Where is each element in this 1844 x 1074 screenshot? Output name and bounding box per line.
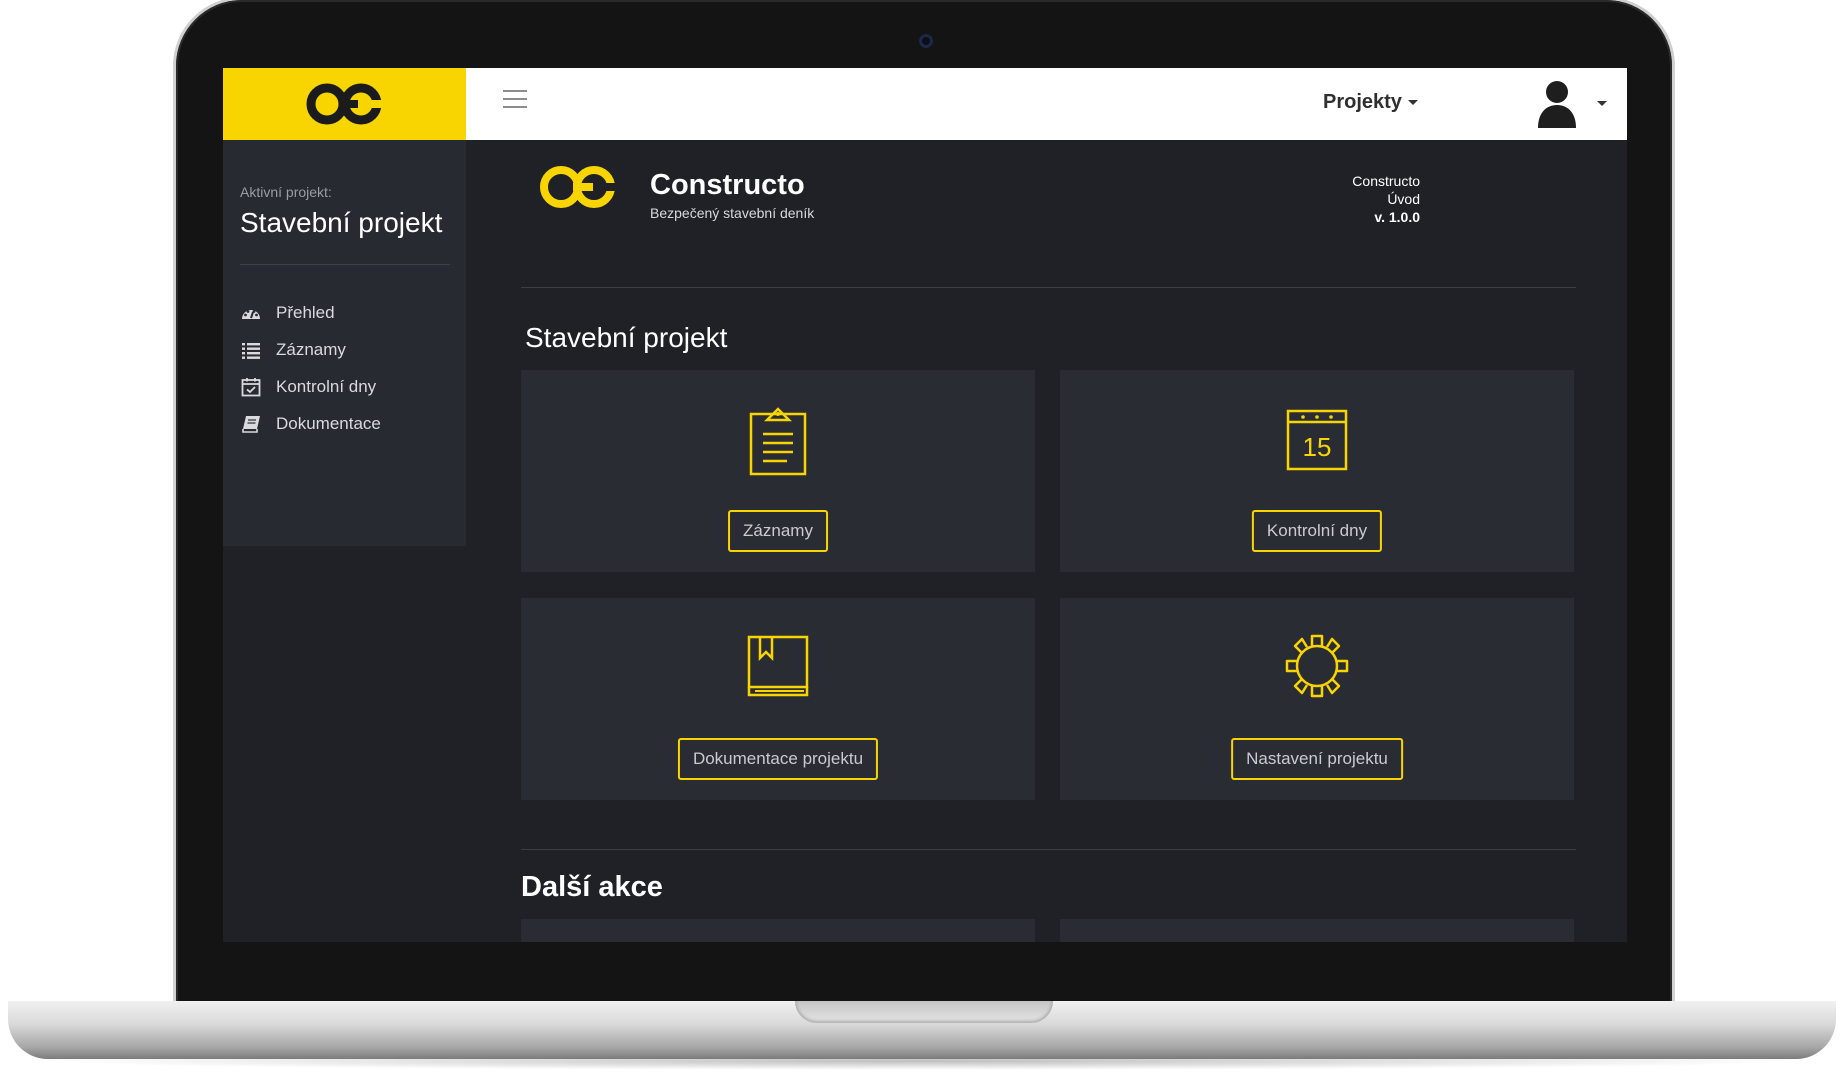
list-icon xyxy=(242,343,260,359)
brand-subtitle: Bezpečený stavební deník xyxy=(650,205,815,221)
sidebar-item-label: Dokumentace xyxy=(276,414,381,433)
user-menu-caret-icon[interactable] xyxy=(1597,101,1607,106)
dashboard-icon xyxy=(242,310,260,319)
kontrolni-dny-button[interactable]: Kontrolní dny xyxy=(1251,510,1383,552)
breadcrumb: Constructo Úvod v. 1.0.0 xyxy=(1223,172,1420,226)
sidebar-item-label: Kontrolní dny xyxy=(276,377,377,396)
clipboard-icon xyxy=(749,407,807,476)
card-kontrolni-dny[interactable]: 15 Kontrolní dny xyxy=(1060,370,1574,572)
calendar-check-icon xyxy=(241,378,261,397)
header-divider xyxy=(521,287,1576,288)
sidebar-item-prehled[interactable]: Přehled xyxy=(240,302,335,324)
projects-dropdown-label: Projekty xyxy=(1323,91,1402,113)
gear-icon xyxy=(1285,634,1349,698)
sidebar-item-label: Záznamy xyxy=(276,340,346,359)
more-actions-title: Další akce xyxy=(521,871,663,903)
sidebar-item-label: Přehled xyxy=(276,303,335,322)
section-title: Stavební projekt xyxy=(525,322,728,353)
sidebar-item-kontrolni-dny[interactable]: Kontrolní dny xyxy=(240,376,376,398)
sidebar: Aktivní projekt: Stavební projekt Přehle… xyxy=(223,140,466,546)
app-screen: Projekty Aktivní projekt: Stavební proje… xyxy=(223,68,1627,942)
nastaveni-projektu-button[interactable]: Nastavení projektu xyxy=(1231,738,1403,780)
book-icon xyxy=(242,416,260,433)
projects-dropdown[interactable]: Projekty xyxy=(1323,91,1418,114)
dokumentace-projektu-button[interactable]: Dokumentace projektu xyxy=(677,738,879,780)
user-avatar-icon[interactable] xyxy=(1535,78,1579,130)
hamburger-menu-icon[interactable] xyxy=(503,90,527,114)
constructo-brand-logo-icon xyxy=(540,166,616,208)
laptop-notch xyxy=(795,1001,1053,1023)
version-label: v. 1.0.0 xyxy=(1374,209,1420,225)
book-icon xyxy=(747,635,809,697)
sidebar-item-dokumentace[interactable]: Dokumentace xyxy=(240,413,381,435)
camera xyxy=(919,34,933,48)
card-zaznamy[interactable]: Záznamy xyxy=(521,370,1035,572)
calendar-icon: 15 xyxy=(1286,409,1348,471)
chevron-down-icon xyxy=(1407,100,1418,106)
breadcrumb-app: Constructo xyxy=(1352,173,1420,189)
app-logo[interactable] xyxy=(223,68,466,140)
calendar-day-number: 15 xyxy=(1303,432,1332,462)
active-project-label: Aktivní projekt: xyxy=(240,184,332,200)
more-card-left[interactable] xyxy=(521,919,1035,942)
breadcrumb-page: Úvod xyxy=(1387,191,1420,207)
card-dokumentace[interactable]: Dokumentace projektu xyxy=(521,598,1035,800)
zaznamy-button[interactable]: Záznamy xyxy=(728,510,828,552)
more-card-right[interactable] xyxy=(1060,919,1574,942)
section-divider xyxy=(521,849,1576,850)
constructo-logo-icon xyxy=(306,83,382,125)
sidebar-item-zaznamy[interactable]: Záznamy xyxy=(240,339,346,361)
top-navbar xyxy=(466,68,1627,140)
card-nastaveni[interactable]: Nastavení projektu xyxy=(1060,598,1574,800)
sidebar-divider xyxy=(240,264,450,265)
brand-title: Constructo xyxy=(650,169,805,201)
active-project-name: Stavební projekt xyxy=(240,207,443,238)
